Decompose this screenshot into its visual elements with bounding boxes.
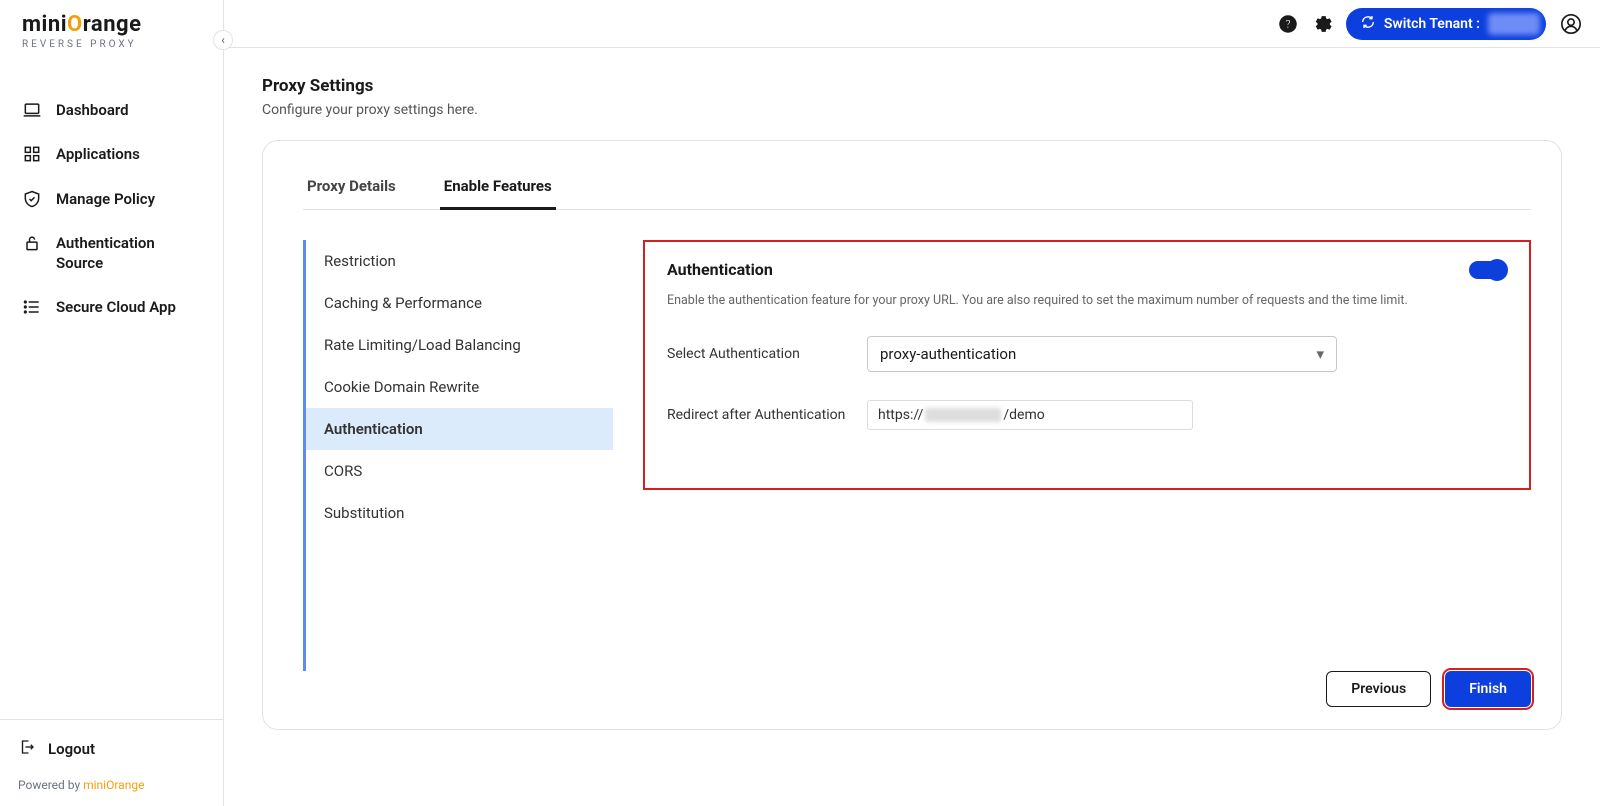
logout-icon: [18, 738, 36, 760]
brand-logo: miniOrange REVERSE PROXY: [0, 0, 223, 58]
sidebar-footer: Logout Powered by miniOrange: [0, 719, 223, 806]
brand-tagline: REVERSE PROXY: [22, 39, 201, 50]
authentication-panel: Authentication Enable the authentication…: [643, 240, 1531, 490]
redirect-label: Redirect after Authentication: [667, 407, 867, 423]
redirect-input[interactable]: https:// /demo: [867, 400, 1193, 430]
sidebar-item-label: Dashboard: [56, 100, 129, 120]
content: Proxy Settings Configure your proxy sett…: [224, 48, 1600, 806]
svg-text:?: ?: [1285, 17, 1291, 31]
refresh-icon: [1360, 14, 1376, 34]
sidebar-item-label: Applications: [56, 144, 140, 164]
settings-icon[interactable]: [1312, 14, 1332, 34]
laptop-icon: [22, 100, 42, 120]
previous-button[interactable]: Previous: [1326, 671, 1431, 707]
brand-o: O: [67, 12, 83, 37]
panel-title: Authentication: [667, 260, 773, 279]
apps-icon: [22, 144, 42, 164]
select-auth-value: proxy-authentication: [880, 345, 1016, 363]
feature-item-rate-limiting[interactable]: Rate Limiting/Load Balancing: [306, 324, 613, 366]
tabs: Proxy Details Enable Features: [303, 177, 1531, 210]
logout-label: Logout: [48, 740, 95, 758]
sidebar-item-dashboard[interactable]: Dashboard: [0, 88, 223, 132]
powered-link[interactable]: miniOrange: [83, 778, 144, 792]
sidebar-collapse-button[interactable]: ‹: [213, 30, 233, 50]
tab-proxy-details[interactable]: Proxy Details: [303, 177, 400, 209]
sidebar-item-label: Secure Cloud App: [56, 297, 176, 317]
panel-description: Enable the authentication feature for yo…: [667, 293, 1507, 308]
switch-tenant-button[interactable]: Switch Tenant :: [1346, 8, 1546, 40]
lock-icon: [22, 233, 42, 253]
card-footer: Previous Finish: [303, 671, 1531, 707]
tab-enable-features[interactable]: Enable Features: [440, 177, 556, 209]
redirect-host-blurred: [925, 408, 1001, 422]
page-subtitle: Configure your proxy settings here.: [262, 102, 1562, 118]
sidebar-item-manage-policy[interactable]: Manage Policy: [0, 177, 223, 221]
account-icon[interactable]: [1560, 13, 1582, 35]
chevron-down-icon: ▾: [1316, 345, 1324, 363]
feature-item-authentication[interactable]: Authentication: [306, 408, 613, 450]
feature-item-cookie-rewrite[interactable]: Cookie Domain Rewrite: [306, 366, 613, 408]
authentication-toggle[interactable]: [1469, 261, 1507, 279]
redirect-post: /demo: [1003, 407, 1044, 423]
switch-tenant-label: Switch Tenant :: [1384, 16, 1480, 32]
sidebar-item-label: Authentication Source: [56, 233, 201, 274]
topbar: ? Switch Tenant :: [224, 0, 1600, 48]
sidebar-item-secure-cloud[interactable]: Secure Cloud App: [0, 285, 223, 329]
sidebar: ‹ miniOrange REVERSE PROXY Dashboard App…: [0, 0, 224, 806]
sidebar-nav: Dashboard Applications Manage Policy Aut…: [0, 58, 223, 719]
sidebar-item-auth-source[interactable]: Authentication Source: [0, 221, 223, 286]
page-title: Proxy Settings: [262, 76, 1562, 96]
brand-post: range: [83, 12, 142, 37]
feature-item-caching[interactable]: Caching & Performance: [306, 282, 613, 324]
tenant-name-blurred: [1488, 13, 1540, 35]
settings-card: Proxy Details Enable Features Restrictio…: [262, 140, 1562, 730]
feature-item-substitution[interactable]: Substitution: [306, 492, 613, 534]
powered-by: Powered by miniOrange: [18, 778, 205, 792]
finish-button[interactable]: Finish: [1445, 671, 1531, 707]
help-icon[interactable]: ?: [1278, 14, 1298, 34]
redirect-pre: https://: [878, 407, 923, 423]
list-icon: [22, 297, 42, 317]
sidebar-item-label: Manage Policy: [56, 189, 155, 209]
logout-button[interactable]: Logout: [18, 738, 205, 760]
feature-item-restriction[interactable]: Restriction: [306, 240, 613, 282]
select-auth-label: Select Authentication: [667, 346, 867, 362]
shield-check-icon: [22, 189, 42, 209]
sidebar-item-applications[interactable]: Applications: [0, 132, 223, 176]
brand-pre: mini: [22, 12, 67, 37]
feature-item-cors[interactable]: CORS: [306, 450, 613, 492]
feature-nav: Restriction Caching & Performance Rate L…: [303, 240, 613, 671]
select-authentication-dropdown[interactable]: proxy-authentication ▾: [867, 336, 1337, 372]
